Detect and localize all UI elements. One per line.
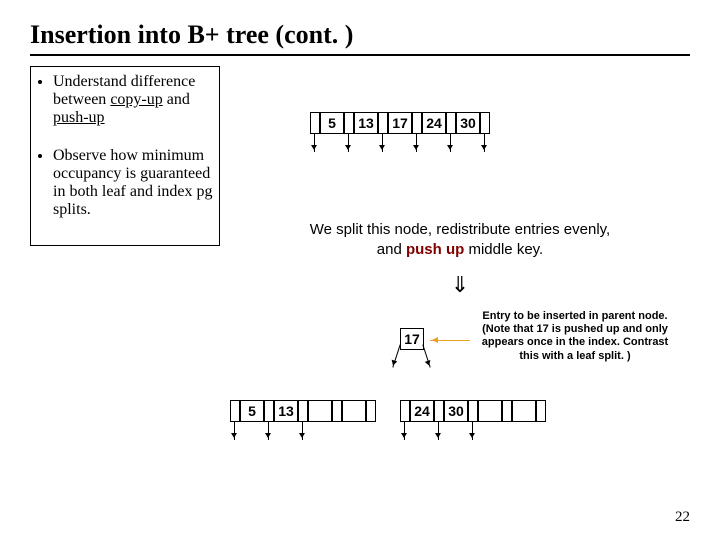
child-ptr-right	[422, 344, 430, 367]
bullet-1: Understand difference between copy-up an…	[53, 73, 213, 127]
split-caption: We split this node, redistribute entries…	[230, 220, 690, 259]
title-rule	[30, 54, 690, 56]
bullets-box: Understand difference between copy-up an…	[30, 66, 220, 246]
pushed-up-key: 17	[400, 328, 424, 350]
child-ptr-left	[392, 344, 400, 367]
down-arrow-icon: ⇓	[230, 272, 690, 298]
slide-title: Insertion into B+ tree (cont. )	[30, 20, 690, 50]
bullet-2: Observe how minimum occupancy is guarant…	[53, 147, 213, 219]
copy-up-term: copy-up	[110, 91, 162, 108]
annotation-note: Entry to be inserted in parent node. (No…	[470, 310, 680, 363]
ptr-arrow	[314, 134, 315, 152]
annotation-arrow-icon	[430, 340, 470, 341]
node-before-split: 5 13 17 24 30	[310, 112, 490, 134]
caption-line-1: We split this node, redistribute entries…	[230, 220, 690, 240]
push-up-highlight: push up	[406, 241, 464, 258]
middle-key: 17	[400, 328, 424, 350]
left-child-node: 5 13	[230, 400, 376, 422]
push-up-term: push-up	[53, 109, 105, 126]
ptr-cell	[310, 112, 320, 134]
key-cell: 5	[320, 112, 344, 134]
page-number: 22	[675, 509, 690, 526]
right-child-node: 24 30	[400, 400, 546, 422]
caption-line-2: and push up middle key.	[230, 240, 690, 260]
